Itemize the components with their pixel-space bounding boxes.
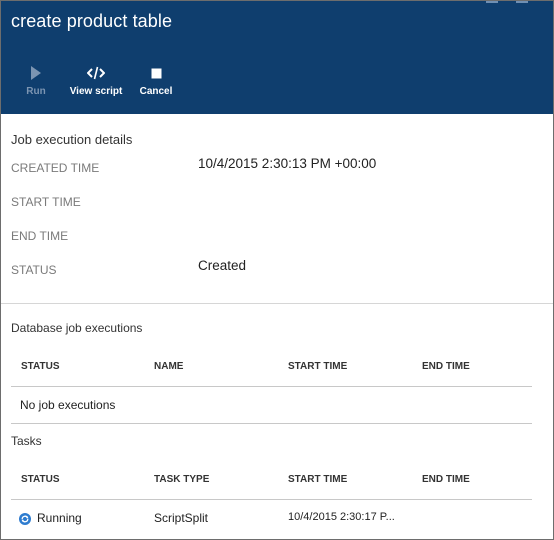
cancel-label: Cancel: [139, 86, 173, 97]
job-blade: create product table Run View script Can…: [0, 0, 554, 540]
stop-icon: [138, 63, 174, 83]
cancel-button[interactable]: Cancel: [138, 63, 174, 103]
status-label: STATUS: [11, 263, 57, 277]
code-icon: [69, 63, 123, 83]
task-status: Running: [37, 511, 82, 525]
view-script-label: View script: [69, 86, 123, 97]
db-col-start-time[interactable]: START TIME: [288, 361, 347, 372]
tasks-header-divider: [11, 499, 532, 500]
db-empty-message: No job executions: [20, 398, 116, 412]
end-time-label: END TIME: [11, 229, 69, 243]
created-time-label: CREATED TIME: [11, 161, 100, 175]
tasks-col-start-time[interactable]: START TIME: [288, 474, 347, 485]
view-script-button[interactable]: View script: [69, 63, 123, 103]
tasks-col-end-time[interactable]: END TIME: [422, 474, 470, 485]
tasks-col-task-type[interactable]: TASK TYPE: [154, 474, 209, 485]
minimize-icon[interactable]: [486, 1, 498, 3]
start-time-label: START TIME: [11, 195, 81, 209]
run-button[interactable]: Run: [19, 63, 53, 103]
db-executions-title: Database job executions: [11, 321, 143, 335]
blade-title: create product table: [11, 11, 173, 31]
play-icon: [19, 63, 53, 83]
tasks-title: Tasks: [11, 434, 42, 448]
status-value: Created: [198, 258, 247, 273]
task-start-time: 10/4/2015 2:30:17 P...: [288, 511, 395, 523]
maximize-icon[interactable]: [516, 1, 528, 3]
db-col-end-time[interactable]: END TIME: [422, 361, 470, 372]
tasks-col-status[interactable]: STATUS: [21, 474, 60, 485]
run-label: Run: [26, 86, 46, 97]
db-col-status[interactable]: STATUS: [21, 361, 60, 372]
job-details-title: Job execution details: [11, 132, 133, 147]
db-bottom-divider: [11, 423, 532, 424]
created-time-value: 10/4/2015 2:30:13 PM +00:00: [198, 156, 377, 171]
db-col-name[interactable]: NAME: [154, 361, 183, 372]
blade-header: create product table Run View script Can…: [1, 1, 553, 114]
running-status-icon: [19, 512, 31, 525]
section-divider: [1, 303, 553, 304]
db-header-divider: [11, 386, 532, 387]
task-type: ScriptSplit: [154, 511, 209, 525]
